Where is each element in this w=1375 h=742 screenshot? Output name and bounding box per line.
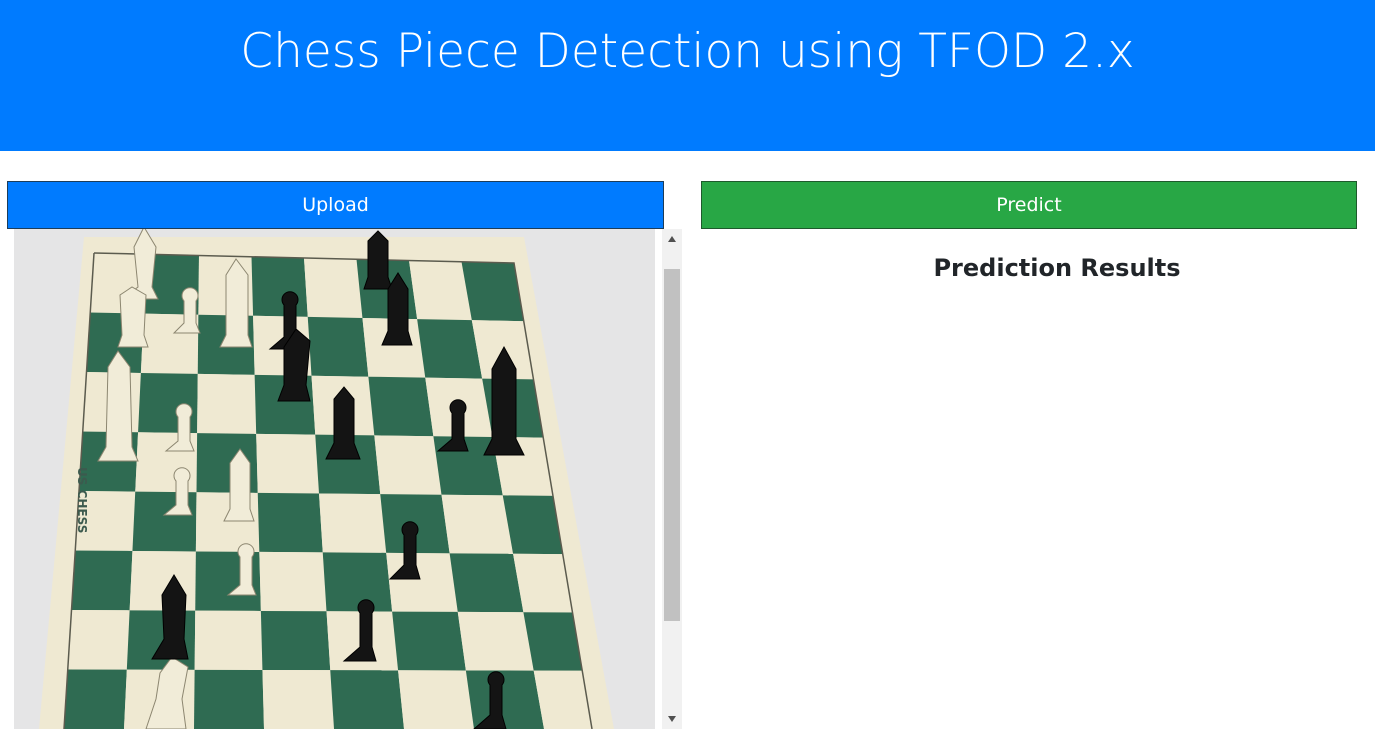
scroll-up-arrow-icon[interactable] <box>662 229 682 249</box>
uploaded-image-panel[interactable]: US CHESS <box>14 229 682 729</box>
board-square <box>194 610 263 670</box>
board-square <box>259 551 327 612</box>
scrollbar-thumb[interactable] <box>664 269 680 621</box>
board-square <box>194 669 264 729</box>
board-square <box>304 258 363 318</box>
scroll-down-arrow-icon[interactable] <box>662 709 682 729</box>
prediction-results-heading: Prediction Results <box>933 254 1181 282</box>
image-scrollbar[interactable] <box>662 229 682 729</box>
chessboard-image: US CHESS <box>14 229 655 729</box>
board-square <box>449 553 524 613</box>
board-square <box>251 256 308 317</box>
board-square <box>322 552 393 612</box>
predict-button[interactable]: Predict <box>701 181 1357 229</box>
board-square <box>386 552 458 612</box>
board-square <box>441 494 514 554</box>
board-square <box>417 319 483 379</box>
board-square <box>392 611 466 671</box>
board-square <box>260 610 331 671</box>
upload-button[interactable]: Upload <box>7 181 664 229</box>
board-square <box>319 493 387 553</box>
board-square <box>465 670 544 729</box>
board-square <box>398 670 474 729</box>
board-square <box>262 669 334 729</box>
board-square <box>257 492 323 553</box>
page-header: Chess Piece Detection using TFOD 2.x <box>0 0 1375 151</box>
page-title: Chess Piece Detection using TFOD 2.x <box>240 24 1135 79</box>
brand-text: US CHESS <box>75 467 89 533</box>
board-square <box>256 433 319 494</box>
board-square <box>409 260 472 321</box>
board-square <box>368 376 434 437</box>
board-square <box>307 316 369 377</box>
board-square <box>330 670 404 729</box>
board-square <box>374 435 442 495</box>
board-square <box>197 373 257 434</box>
board-square <box>457 611 534 671</box>
